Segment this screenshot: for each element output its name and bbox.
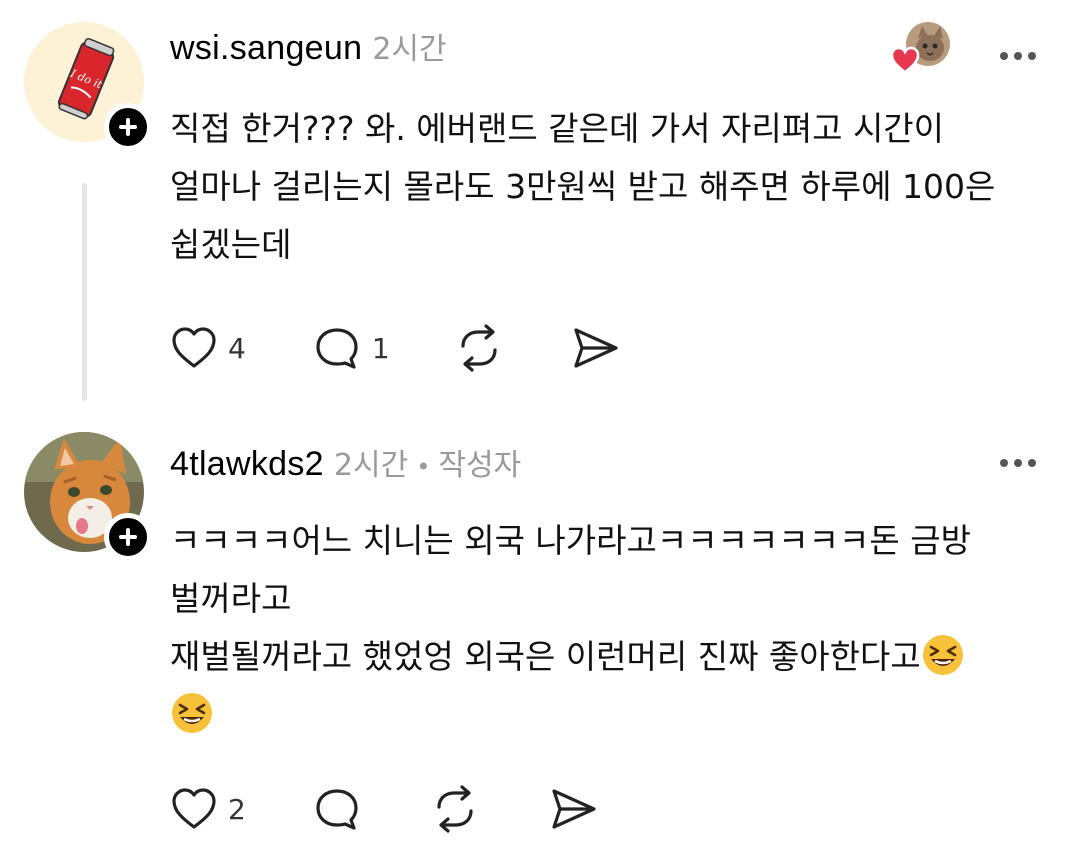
comment-line: ㅋㅋㅋㅋ어느 치니는 외국 나가라고ㅋㅋㅋㅋㅋㅋㅋ돈 금방 [170,521,971,560]
timestamp: 2시간 [333,448,409,483]
plus-icon [119,528,137,546]
reply-button[interactable]: 1 [312,324,390,372]
heart-icon [172,327,216,368]
send-icon [552,789,596,829]
dot [1000,52,1008,60]
more-options-button[interactable] [1000,52,1036,60]
share-button[interactable] [570,324,620,372]
reply-button[interactable] [312,785,362,833]
liked-by-author-indicator [890,22,950,74]
author-badge: 작성자 [438,448,522,483]
username[interactable]: 4tlawkds2 [170,445,324,484]
comment-text: ㅋㅋㅋㅋ어느 치니는 외국 나가라고ㅋㅋㅋㅋㅋㅋㅋ돈 금방 벌꺼라고 재벌될꺼라… [170,512,1030,744]
action-bar: 2 [170,785,598,833]
repost-icon [437,785,473,833]
reply-count: 1 [371,331,390,365]
follow-button[interactable] [104,513,152,561]
grinning-squinting-face-icon [172,693,212,733]
comment-line: 쉽겠는데 [170,225,292,264]
repost-button[interactable] [454,324,504,372]
dot [1014,52,1022,60]
plus-icon [119,118,137,136]
heart-filled-icon [890,46,920,74]
repost-icon [461,324,497,372]
comment-text: 직접 한거??? 와. 에버랜드 같은데 가서 자리펴고 시간이 얼마나 걸리는… [170,100,1030,274]
repost-button[interactable] [430,785,480,833]
comment-line-with-emoji: 재벌될꺼라고 했었엉 외국은 이런머리 진짜 좋아한다고 [170,628,1030,686]
heart-icon [172,788,216,829]
like-count: 2 [228,792,246,826]
more-options-button[interactable] [1000,459,1036,467]
grinning-squinting-face-icon [922,635,963,675]
comment-bubble-icon [316,789,358,830]
separator-dot: • [416,453,431,481]
username[interactable]: wsi.sangeun [170,29,362,68]
timestamp: 2시간 [372,32,447,67]
like-button[interactable]: 2 [170,786,246,832]
action-bar: 4 1 [170,324,620,372]
like-count: 4 [228,331,246,365]
comment-line: 직접 한거??? 와. 에버랜드 같은데 가서 자리펴고 시간이 [170,109,945,148]
comment-line-text: 재벌될꺼라고 했었엉 외국은 이런머리 진짜 좋아한다고 [170,637,921,676]
dot [1028,459,1036,467]
thread-connector-line [82,183,87,401]
dot [1014,459,1022,467]
send-icon [574,328,618,368]
dot [1000,459,1008,467]
comment-header: wsi.sangeun 2시간 [170,24,447,68]
like-button[interactable]: 4 [170,325,246,371]
comment-line: 벌꺼라고 [170,579,292,618]
dot [1028,52,1036,60]
share-button[interactable] [548,785,598,833]
follow-button[interactable] [104,103,152,151]
comment-line-emoji-only [170,686,1030,744]
comment-header: 4tlawkds2 2시간 • 작성자 [170,440,521,484]
comment-line: 얼마나 걸리는지 몰라도 3만원씩 받고 해주면 하루에 100은 [170,167,996,206]
comment-bubble-icon [316,328,358,369]
